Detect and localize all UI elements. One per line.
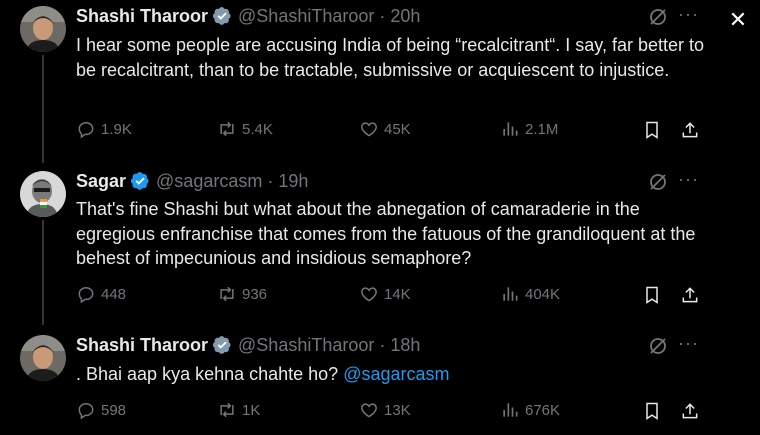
repost-count: 936 [242, 285, 268, 303]
author-name[interactable]: Shashi Tharoor [76, 6, 208, 27]
avatar[interactable] [20, 335, 66, 381]
repost-icon [220, 121, 234, 137]
tweet-text: . Bhai aap kya kehna chahte ho? @sagarca… [76, 362, 706, 387]
reply-button[interactable]: 598 [76, 400, 126, 420]
views-icon [503, 122, 518, 136]
views-button[interactable]: 404K [500, 284, 560, 304]
tweet-actions: 1.9K 5.4K 45K 2.1M [76, 119, 706, 141]
author-handle[interactable]: @ShashiTharoor [238, 335, 374, 356]
views-icon [503, 403, 518, 417]
reply-count: 598 [101, 401, 127, 419]
tweet-text: I hear some people are accusing India of… [76, 33, 706, 82]
reply-icon [78, 121, 94, 139]
avatar[interactable] [20, 6, 66, 52]
mention-link[interactable]: @sagarcasm [343, 364, 449, 384]
tweet[interactable]: Shashi Tharoor @ShashiTharoor · 18h ··· … [0, 329, 715, 435]
tweet-actions: 448 936 14K 404K [76, 284, 706, 306]
more-icon[interactable]: ··· [678, 5, 700, 26]
grok-icon[interactable] [648, 7, 668, 27]
tweet[interactable]: Sagar @sagarcasm · 19h ··· That's fine S… [0, 165, 715, 315]
repost-button[interactable]: 1K [217, 400, 260, 420]
author-handle[interactable]: @sagarcasm [156, 171, 262, 192]
reply-count: 1.9K [101, 120, 132, 138]
views-count: 404K [525, 285, 561, 303]
verified-icon [212, 7, 231, 25]
share-icon[interactable] [680, 285, 700, 305]
author-handle[interactable]: @ShashiTharoor [238, 6, 374, 27]
tweet-text-content: . Bhai aap kya kehna chahte ho? [76, 364, 344, 384]
reply-button[interactable]: 1.9K [76, 119, 132, 139]
grok-icon[interactable] [648, 172, 668, 192]
bookmark-icon[interactable] [642, 285, 662, 305]
views-count: 676K [525, 401, 561, 419]
avatar[interactable] [20, 171, 66, 217]
bookmark-icon[interactable] [642, 120, 662, 140]
grok-icon[interactable] [648, 336, 668, 356]
reply-button[interactable]: 448 [76, 284, 126, 304]
repost-count: 1K [242, 401, 261, 419]
like-count: 14K [384, 285, 411, 303]
tweet-text: That's fine Shashi but what about the ab… [76, 197, 706, 271]
reply-count: 448 [101, 285, 127, 303]
views-count: 2.1M [525, 120, 559, 138]
views-button[interactable]: 2.1M [500, 119, 558, 139]
author-name[interactable]: Sagar [76, 171, 126, 192]
repost-icon [220, 402, 234, 418]
repost-button[interactable]: 936 [217, 284, 267, 304]
like-icon [361, 122, 377, 137]
timestamp[interactable]: 20h [390, 6, 420, 27]
author-name[interactable]: Shashi Tharoor [76, 335, 208, 356]
like-button[interactable]: 13K [359, 400, 411, 420]
separator: · [379, 334, 386, 355]
share-icon[interactable] [680, 120, 700, 140]
tweet-actions: 598 1K 13K 676K [76, 400, 706, 422]
views-icon [503, 287, 518, 301]
like-icon [361, 403, 377, 418]
like-button[interactable]: 14K [359, 284, 411, 304]
reply-icon [78, 402, 94, 420]
timestamp[interactable]: 19h [278, 171, 308, 192]
separator: · [379, 5, 386, 26]
reply-icon [78, 286, 94, 304]
timestamp[interactable]: 18h [390, 335, 420, 356]
tweet-text-content: I hear some people are accusing India of… [76, 35, 704, 80]
repost-count: 5.4K [242, 120, 273, 138]
repost-button[interactable]: 5.4K [217, 119, 273, 139]
verified-icon [130, 172, 149, 190]
views-button[interactable]: 676K [500, 400, 560, 420]
like-button[interactable]: 45K [359, 119, 411, 139]
tweet-text-content: That's fine Shashi but what about the ab… [76, 199, 696, 268]
repost-icon [220, 286, 234, 302]
share-icon[interactable] [680, 401, 700, 421]
like-icon [361, 287, 377, 302]
close-icon[interactable]: ✕ [728, 9, 748, 31]
separator: · [267, 170, 274, 191]
verified-icon [212, 336, 231, 354]
like-count: 13K [384, 401, 411, 419]
like-count: 45K [384, 120, 411, 138]
more-icon[interactable]: ··· [678, 334, 700, 355]
more-icon[interactable]: ··· [678, 170, 700, 191]
bookmark-icon[interactable] [642, 401, 662, 421]
tweet[interactable]: Shashi Tharoor @ShashiTharoor · 20h ··· … [0, 0, 715, 160]
